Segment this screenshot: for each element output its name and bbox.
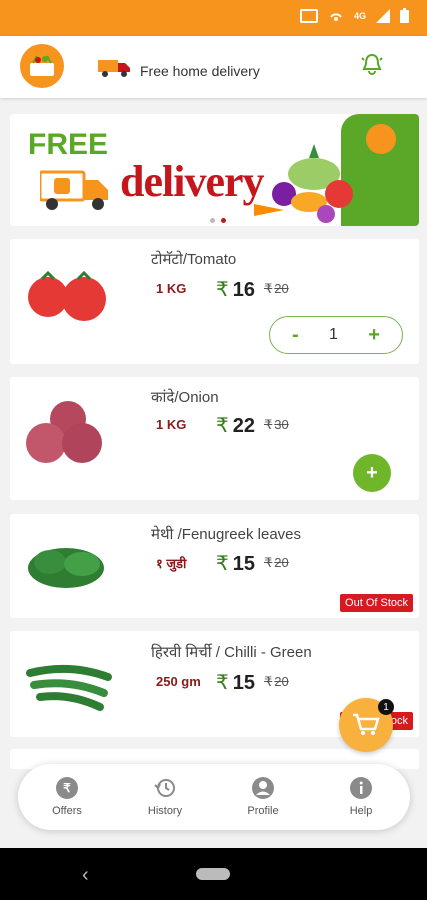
product-name: टोमॅटो/Tomato bbox=[151, 251, 237, 268]
rupee-symbol: ₹ bbox=[264, 555, 273, 570]
product-mrp: ₹20 bbox=[264, 281, 289, 297]
product-card-tomato[interactable]: टोमॅटो/Tomato 1 KG ₹16 ₹20 - 1 + bbox=[10, 239, 419, 364]
cart-icon bbox=[353, 713, 380, 735]
nav-label: History bbox=[147, 805, 183, 817]
back-arrow-icon[interactable]: ‹ bbox=[82, 864, 89, 887]
mrp-value: 30 bbox=[274, 417, 289, 432]
nav-help[interactable]: Help bbox=[321, 777, 401, 817]
nav-label: Offers bbox=[52, 805, 82, 817]
banner-pagination[interactable] bbox=[210, 218, 226, 223]
rupee-symbol: ₹ bbox=[264, 281, 273, 296]
product-price: ₹15 bbox=[216, 551, 255, 576]
banner-delivery-text: delivery bbox=[120, 157, 265, 206]
delivery-truck-icon bbox=[98, 60, 130, 77]
quantity-value: 1 bbox=[329, 326, 338, 343]
home-pill-icon[interactable] bbox=[196, 868, 230, 880]
out-of-stock-badge: Out Of Stock bbox=[340, 594, 413, 612]
product-mrp: ₹20 bbox=[264, 555, 289, 571]
product-unit: 250 gm bbox=[156, 674, 201, 689]
nav-label: Profile bbox=[247, 805, 279, 817]
chilli-image bbox=[26, 664, 112, 711]
product-name: मेथी /Fenugreek leaves bbox=[151, 526, 302, 543]
product-name: हिरवी मिर्ची / Chilli - Green bbox=[151, 644, 312, 661]
mrp-value: 20 bbox=[274, 555, 289, 570]
nav-label: Help bbox=[349, 805, 373, 817]
promo-banner[interactable]: FREE delivery bbox=[10, 114, 419, 226]
banner-dot[interactable] bbox=[210, 218, 215, 223]
price-value: 15 bbox=[232, 672, 255, 694]
app-header: Free home delivery bbox=[0, 36, 427, 98]
basket-logo-icon bbox=[30, 55, 54, 76]
system-navigation-bar: ‹ bbox=[0, 848, 427, 900]
app-logo[interactable] bbox=[20, 44, 64, 88]
battery-icon bbox=[400, 8, 409, 23]
rupee-symbol: ₹ bbox=[216, 415, 229, 437]
add-to-cart-button[interactable]: + bbox=[353, 454, 391, 492]
product-unit: 1 KG bbox=[156, 281, 187, 296]
onion-image bbox=[26, 401, 102, 463]
rupee-symbol: ₹ bbox=[216, 553, 229, 575]
rupee-symbol: ₹ bbox=[216, 279, 229, 301]
notification-bell-icon[interactable] bbox=[361, 52, 383, 76]
banner-dot-active[interactable] bbox=[221, 218, 226, 223]
product-unit: १ जुडी bbox=[156, 556, 187, 571]
mrp-value: 20 bbox=[274, 674, 289, 689]
product-price: ₹15 bbox=[216, 670, 255, 695]
rupee-icon: ₹ bbox=[56, 777, 78, 799]
increase-button[interactable]: + bbox=[368, 325, 380, 345]
profile-icon bbox=[252, 777, 274, 799]
tomato-image bbox=[28, 270, 106, 321]
cast-icon bbox=[299, 8, 318, 23]
banner-logo bbox=[366, 124, 396, 154]
rupee-symbol: ₹ bbox=[264, 417, 273, 432]
quantity-stepper[interactable]: - 1 + bbox=[269, 316, 403, 354]
product-price: ₹16 bbox=[216, 277, 255, 302]
product-name: कांदे/Onion bbox=[151, 389, 219, 406]
signal-icon bbox=[376, 8, 390, 23]
product-unit: 1 KG bbox=[156, 417, 187, 432]
price-value: 16 bbox=[232, 279, 255, 301]
fenugreek-image bbox=[28, 548, 104, 588]
banner-free-text: FREE bbox=[28, 128, 109, 161]
product-mrp: ₹20 bbox=[264, 674, 289, 690]
bottom-navigation: ₹ Offers History Profile Help bbox=[18, 764, 410, 830]
vegetables-image bbox=[254, 144, 353, 223]
status-bar: 4G bbox=[0, 0, 427, 36]
product-card-fenugreek[interactable]: मेथी /Fenugreek leaves १ जुडी ₹15 ₹20 Ou… bbox=[10, 514, 419, 618]
rupee-symbol: ₹ bbox=[216, 672, 229, 694]
history-icon bbox=[154, 779, 175, 797]
nav-profile[interactable]: Profile bbox=[223, 777, 303, 817]
mrp-value: 20 bbox=[274, 281, 289, 296]
price-value: 22 bbox=[232, 415, 255, 437]
nav-offers[interactable]: ₹ Offers bbox=[27, 777, 107, 817]
info-icon bbox=[350, 777, 372, 799]
hotspot-icon bbox=[330, 12, 342, 21]
price-value: 15 bbox=[232, 553, 255, 575]
cart-count-badge: 1 bbox=[378, 699, 394, 715]
product-card-onion[interactable]: कांदे/Onion 1 KG ₹22 ₹30 + bbox=[10, 377, 419, 500]
status-icons: 4G bbox=[299, 8, 409, 23]
nav-history[interactable]: History bbox=[125, 777, 205, 817]
decrease-button[interactable]: - bbox=[292, 325, 299, 345]
product-mrp: ₹30 bbox=[264, 417, 289, 433]
product-price: ₹22 bbox=[216, 413, 255, 438]
network-label: 4G bbox=[353, 10, 366, 21]
rupee-symbol: ₹ bbox=[264, 674, 273, 689]
free-delivery-text: Free home delivery bbox=[140, 63, 260, 79]
banner-truck-icon bbox=[40, 170, 108, 210]
